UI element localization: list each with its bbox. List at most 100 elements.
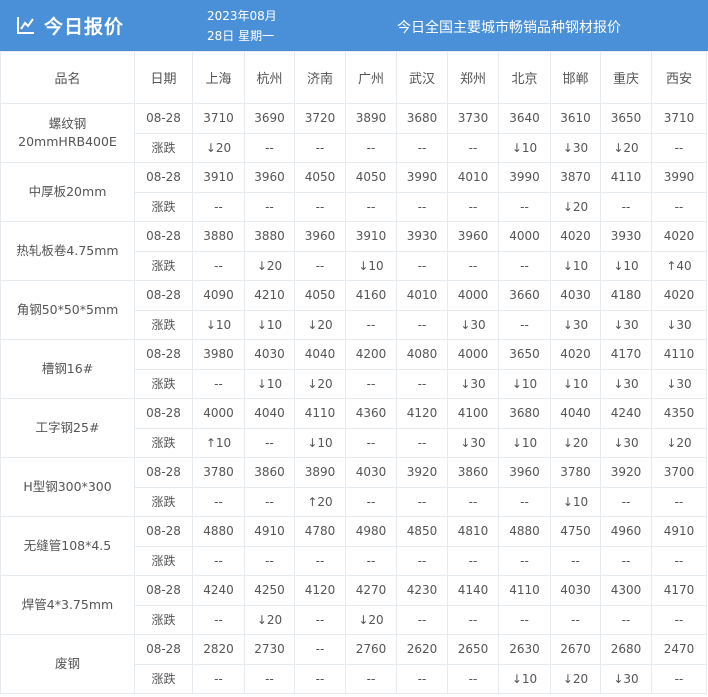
price-cell: 4030	[345, 457, 397, 488]
price-cell: 4000	[447, 339, 499, 370]
change-cell: --	[192, 545, 245, 576]
change-cell: --	[396, 604, 448, 635]
col-header-city: 武汉	[396, 51, 448, 104]
price-cell: 4850	[396, 516, 448, 547]
price-cell: 3870	[550, 162, 601, 193]
change-cell: ↓30	[600, 309, 652, 340]
price-cell: 3960	[447, 221, 499, 252]
col-header-product: 品名	[0, 51, 135, 104]
price-cell: 3980	[192, 339, 245, 370]
price-cell: 4040	[294, 339, 346, 370]
price-cell: 4300	[600, 575, 652, 606]
price-cell: 4110	[651, 339, 707, 370]
price-cell: 4750	[550, 516, 601, 547]
col-header-city: 重庆	[600, 51, 652, 104]
change-cell: --	[600, 604, 652, 635]
price-cell: 4210	[244, 280, 295, 311]
price-cell: 4090	[192, 280, 245, 311]
change-cell: --	[651, 132, 707, 163]
change-cell: --	[498, 250, 551, 281]
price-cell: 2670	[550, 634, 601, 665]
date-cell: 08-28	[134, 103, 193, 134]
change-cell: --	[396, 191, 448, 222]
change-cell: --	[600, 486, 652, 517]
col-header-city: 郑州	[447, 51, 499, 104]
date-cell: 08-28	[134, 339, 193, 370]
date-cell: 08-28	[134, 575, 193, 606]
change-cell: --	[345, 191, 397, 222]
change-label-cell: 涨跌	[134, 132, 193, 163]
date-cell: 08-28	[134, 398, 193, 429]
price-cell: 4040	[550, 398, 601, 429]
price-cell: 4020	[651, 280, 707, 311]
price-cell: 3880	[244, 221, 295, 252]
change-cell: --	[244, 132, 295, 163]
price-cell: 3680	[498, 398, 551, 429]
price-cell: 3650	[498, 339, 551, 370]
header-bar: 今日报价 2023年08月 28日 星期一 今日全国主要城市畅销品种钢材报价	[0, 0, 708, 51]
change-cell: --	[498, 604, 551, 635]
product-name-cell: 工字钢25#	[0, 398, 135, 458]
change-cell: --	[498, 545, 551, 576]
change-cell: --	[192, 368, 245, 399]
price-cell: 3860	[244, 457, 295, 488]
change-cell: --	[192, 191, 245, 222]
price-cell: 4000	[192, 398, 245, 429]
table-row-price: 热轧板卷4.75mm 08-28 3880 3880 3960 3910 3930 3960 4…	[0, 221, 707, 281]
change-cell: --	[244, 663, 295, 694]
price-cell: 3880	[192, 221, 245, 252]
price-cell: 4110	[600, 162, 652, 193]
price-cell: 4010	[396, 280, 448, 311]
price-cell: 3910	[345, 221, 397, 252]
change-cell: --	[396, 309, 448, 340]
col-header-date: 日期	[134, 51, 193, 104]
change-cell: --	[345, 368, 397, 399]
change-cell: ↓10	[550, 368, 601, 399]
col-header-city: 济南	[294, 51, 346, 104]
price-cell: 4050	[294, 162, 346, 193]
change-cell: ↓30	[447, 427, 499, 458]
price-cell: 4040	[244, 398, 295, 429]
change-cell: ↓10	[550, 250, 601, 281]
page-title: 今日报价	[44, 16, 125, 38]
table-row-price: 中厚板20mm 08-28 3910 3960 4050 4050 3990 4010 3990…	[0, 162, 707, 222]
price-cell: 3920	[396, 457, 448, 488]
price-cell: 3610	[550, 103, 601, 134]
change-cell: --	[651, 191, 707, 222]
change-cell: ↓30	[600, 663, 652, 694]
price-cell: 3990	[651, 162, 707, 193]
product-name-cell: 废钢	[0, 634, 135, 694]
change-cell: ↓20	[294, 309, 346, 340]
change-cell: --	[244, 545, 295, 576]
price-cell: 3720	[294, 103, 346, 134]
header-row: 品名 日期 上海 杭州 济南 广州 武汉 郑州 北京 邯郸 重庆 西安	[0, 51, 707, 104]
product-name-cell: 螺纹钢 20mmHRB400E	[0, 103, 135, 163]
change-cell: --	[244, 486, 295, 517]
price-cell: 4810	[447, 516, 499, 547]
price-cell: 3710	[192, 103, 245, 134]
product-name-cell: H型钢300*300	[0, 457, 135, 517]
price-cell: 4910	[244, 516, 295, 547]
price-cell: 4110	[498, 575, 551, 606]
price-cell: 4170	[600, 339, 652, 370]
change-cell: ↓10	[244, 368, 295, 399]
change-cell: --	[447, 604, 499, 635]
date-year-month: 2023年08月	[207, 9, 277, 23]
change-cell: ↓10	[498, 427, 551, 458]
price-cell: 2630	[498, 634, 551, 665]
table-row-price: H型钢300*300 08-28 3780 3860 3890 4030 3920 3860 3…	[0, 457, 707, 517]
price-cell: 3920	[600, 457, 652, 488]
change-cell: ↓30	[600, 427, 652, 458]
change-cell: --	[396, 427, 448, 458]
price-cell: 3960	[294, 221, 346, 252]
change-cell: --	[345, 486, 397, 517]
price-cell: 4170	[651, 575, 707, 606]
price-cell: 3650	[600, 103, 652, 134]
change-cell: --	[192, 486, 245, 517]
price-cell: 4020	[550, 339, 601, 370]
change-cell: --	[447, 545, 499, 576]
change-cell: --	[447, 191, 499, 222]
price-cell: 3780	[550, 457, 601, 488]
change-label-cell: 涨跌	[134, 604, 193, 635]
change-cell: ↓30	[651, 309, 707, 340]
